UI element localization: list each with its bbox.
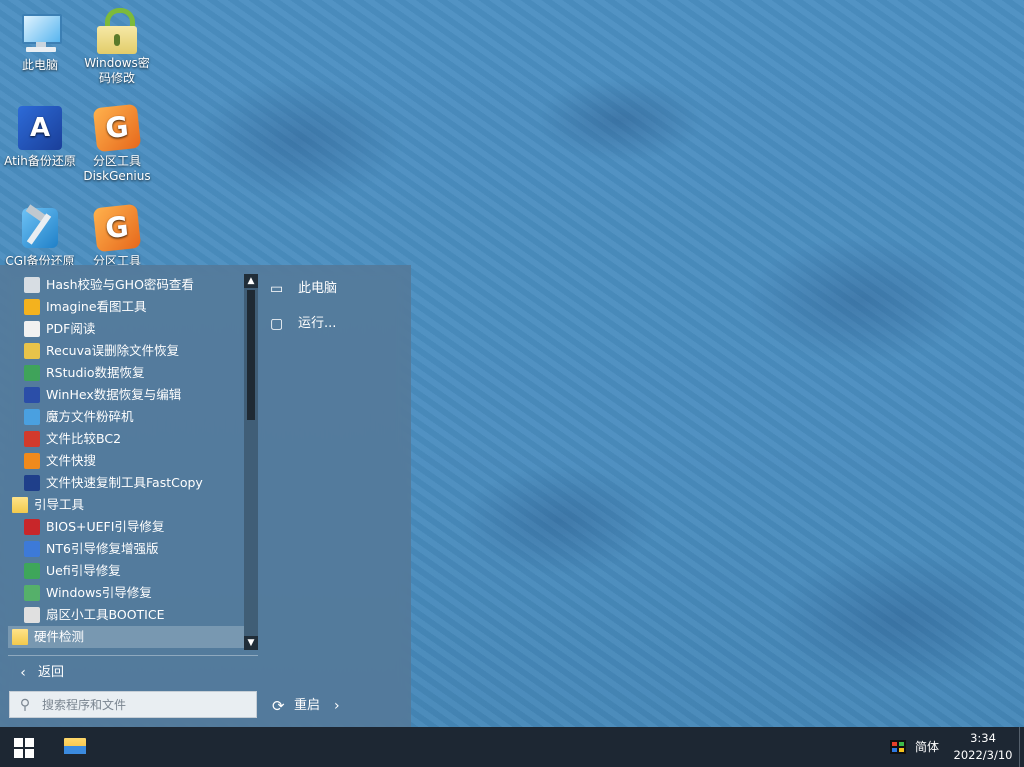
scroll-down-button[interactable]: ▼	[244, 636, 258, 650]
program-item[interactable]: NT6引导修复增强版	[8, 538, 244, 560]
program-folder[interactable]: 硬件检测	[8, 626, 244, 648]
input-language-indicator[interactable]: 简体	[915, 727, 939, 767]
file-explorer-button[interactable]	[52, 727, 96, 767]
menu-divider	[8, 655, 258, 656]
folder-icon	[12, 629, 28, 645]
folder-icon	[12, 497, 28, 513]
program-label: Imagine看图工具	[46, 299, 147, 314]
taskbar: 简体 3:34 2022/3/10	[0, 727, 1024, 767]
chevron-right-icon: ›	[334, 698, 340, 714]
sun-icon	[24, 299, 40, 315]
desktop-icon-atih-backup[interactable]: A Atih备份还原	[0, 104, 80, 169]
program-label: 扇区小工具BOOTICE	[46, 607, 165, 622]
clock[interactable]: 3:34 2022/3/10	[948, 730, 1018, 764]
desktop-icon-label: 分区工具DiskGenius	[83, 154, 151, 183]
back-button[interactable]: ‹ 返回	[8, 661, 258, 685]
toolbox-icon	[24, 519, 40, 535]
desktop-icon-this-pc[interactable]: 此电脑	[0, 8, 80, 73]
restart-button[interactable]: ⟳ 重启 ›	[272, 694, 362, 718]
program-item[interactable]: PDF阅读	[8, 318, 244, 340]
cgi-icon	[16, 204, 64, 252]
search-icon: ⚲	[19, 696, 31, 713]
program-label: Recuva误删除文件恢复	[46, 343, 180, 358]
start-button[interactable]	[0, 727, 48, 767]
program-item[interactable]: Hash校验与GHO密码查看	[8, 274, 244, 296]
program-label: Uefi引导修复	[46, 563, 121, 578]
rstudio-icon	[24, 365, 40, 381]
program-label: 文件比较BC2	[46, 431, 122, 446]
diskgenius-icon: G	[92, 103, 142, 153]
program-label: PDF阅读	[46, 321, 96, 336]
program-item[interactable]: 文件快速复制工具FastCopy	[8, 472, 244, 494]
desktop-icon-cgi-backup[interactable]: CGI备份还原	[0, 204, 80, 269]
program-label: Windows引导修复	[46, 585, 152, 600]
desktop-icon-label: Windows密码修改	[84, 56, 150, 85]
run-label: 运行...	[298, 316, 337, 331]
atih-icon: A	[16, 104, 64, 152]
restart-label: 重启	[294, 698, 321, 713]
program-label: Hash校验与GHO密码查看	[46, 277, 194, 292]
back-label: 返回	[38, 665, 65, 680]
search-input[interactable]	[40, 696, 244, 713]
program-item[interactable]: WinHex数据恢复与编辑	[8, 384, 244, 406]
nt6-icon	[24, 541, 40, 557]
pdf-icon	[24, 321, 40, 337]
start-right-this-pc[interactable]: ▭ 此电脑	[270, 277, 400, 301]
power-icon: ⟳	[272, 697, 285, 715]
program-folder[interactable]: 引导工具	[8, 494, 244, 516]
program-label: BIOS+UEFI引导修复	[46, 519, 165, 534]
desktop-icon-label: 此电脑	[21, 58, 58, 72]
program-label: WinHex数据恢复与编辑	[46, 387, 182, 402]
program-label: RStudio数据恢复	[46, 365, 145, 380]
uefi-icon	[24, 563, 40, 579]
program-item[interactable]: Uefi引导修复	[8, 560, 244, 582]
desktop-icon-partition-tool[interactable]: G 分区工具	[77, 203, 157, 269]
program-list: Hash校验与GHO密码查看 Imagine看图工具 PDF阅读 Recuva误删除文…	[8, 274, 244, 662]
clock-time: 3:34	[970, 731, 996, 745]
recuva-icon	[24, 343, 40, 359]
program-item[interactable]: Recuva误删除文件恢复	[8, 340, 244, 362]
clock-date: 2022/3/10	[953, 748, 1013, 762]
program-item[interactable]: RStudio数据恢复	[8, 362, 244, 384]
run-icon: ▢	[270, 316, 284, 332]
desktop-icon-label: Atih备份还原	[4, 154, 76, 168]
program-label: 硬件检测	[34, 629, 85, 644]
shredder-icon	[24, 409, 40, 425]
chevron-left-icon: ‹	[20, 665, 26, 681]
windows-boot-icon	[24, 585, 40, 601]
desktop-icon-diskgenius[interactable]: G 分区工具DiskGenius	[77, 103, 157, 184]
show-desktop-button[interactable]	[1019, 727, 1020, 767]
scroll-up-button[interactable]: ▲	[244, 274, 258, 288]
lock-icon	[93, 6, 141, 54]
program-item[interactable]: Windows引导修复	[8, 582, 244, 604]
program-item[interactable]: 文件比较BC2	[8, 428, 244, 450]
this-pc-label: 此电脑	[298, 281, 338, 296]
hash-icon	[24, 277, 40, 293]
program-item[interactable]: 魔方文件粉碎机	[8, 406, 244, 428]
magnifier-icon	[24, 453, 40, 469]
computer-icon	[16, 8, 64, 56]
program-label: 文件快搜	[46, 453, 97, 468]
color-flag-icon[interactable]	[890, 739, 906, 754]
search-box[interactable]: ⚲	[9, 691, 257, 718]
winhex-icon	[24, 387, 40, 403]
program-list-scrollbar[interactable]: ▲ ▼	[244, 274, 258, 650]
program-label: 文件快速复制工具FastCopy	[46, 475, 203, 490]
program-label: 魔方文件粉碎机	[46, 409, 134, 424]
program-item[interactable]: Imagine看图工具	[8, 296, 244, 318]
program-item[interactable]: BIOS+UEFI引导修复	[8, 516, 244, 538]
program-label: NT6引导修复增强版	[46, 541, 159, 556]
bootice-icon	[24, 607, 40, 623]
program-item[interactable]: 文件快搜	[8, 450, 244, 472]
diskgenius-icon: G	[92, 203, 142, 253]
program-label: 引导工具	[34, 497, 85, 512]
start-right-run[interactable]: ▢ 运行...	[270, 312, 400, 336]
program-item[interactable]: 扇区小工具BOOTICE	[8, 604, 244, 626]
fastcopy-icon	[24, 475, 40, 491]
monitor-icon: ▭	[270, 281, 284, 297]
compare-icon	[24, 431, 40, 447]
desktop-icon-windows-password[interactable]: Windows密码修改	[77, 6, 157, 86]
scroll-thumb[interactable]	[247, 290, 255, 420]
